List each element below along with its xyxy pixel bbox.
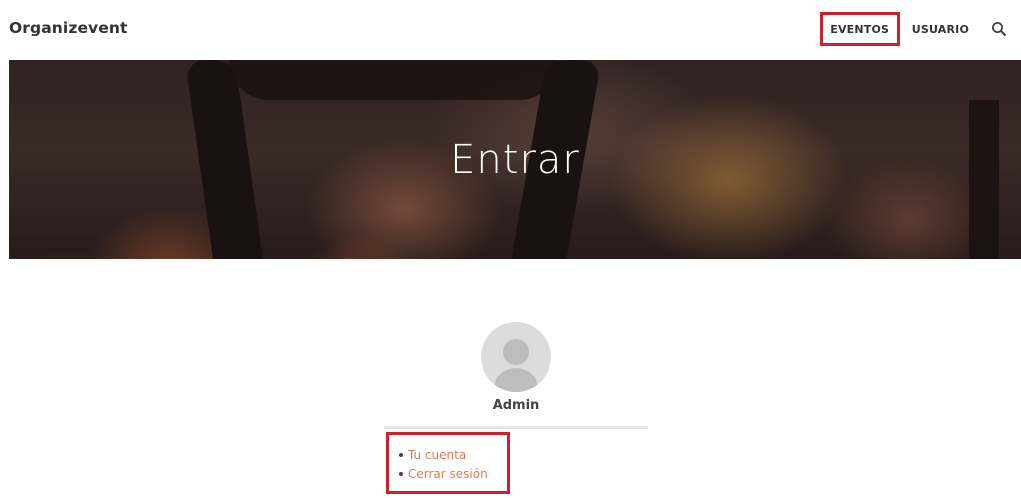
profile-divider (384, 426, 648, 429)
bullet-icon (399, 452, 403, 457)
logout-link[interactable]: Cerrar sesión (408, 467, 488, 481)
avatar-head (503, 339, 529, 365)
nav-item-eventos-label: EVENTOS (830, 22, 890, 36)
main-nav: EVENTOS USUARIO (819, 12, 1007, 46)
nav-item-usuario-label: USUARIO (911, 22, 969, 36)
bullet-icon (399, 471, 403, 476)
account-links-box: Tu cuenta Cerrar sesión (386, 432, 510, 494)
site-brand[interactable]: Organizevent (9, 19, 128, 37)
page-title: Entrar (450, 136, 580, 183)
nav-item-usuario[interactable]: USUARIO (912, 23, 969, 36)
username: Admin (492, 398, 540, 413)
site-header: Organizevent EVENTOS USUARIO (0, 0, 1021, 60)
account-links: Tu cuenta Cerrar sesión (399, 445, 488, 483)
hero-banner: Entrar (9, 60, 1021, 259)
list-item: Tu cuenta (399, 445, 488, 464)
avatar (481, 322, 551, 392)
your-account-link[interactable]: Tu cuenta (408, 448, 466, 462)
list-item: Cerrar sesión (399, 464, 488, 483)
search-icon[interactable] (991, 21, 1007, 37)
avatar-body (494, 368, 538, 392)
nav-item-eventos[interactable]: EVENTOS (819, 12, 900, 46)
